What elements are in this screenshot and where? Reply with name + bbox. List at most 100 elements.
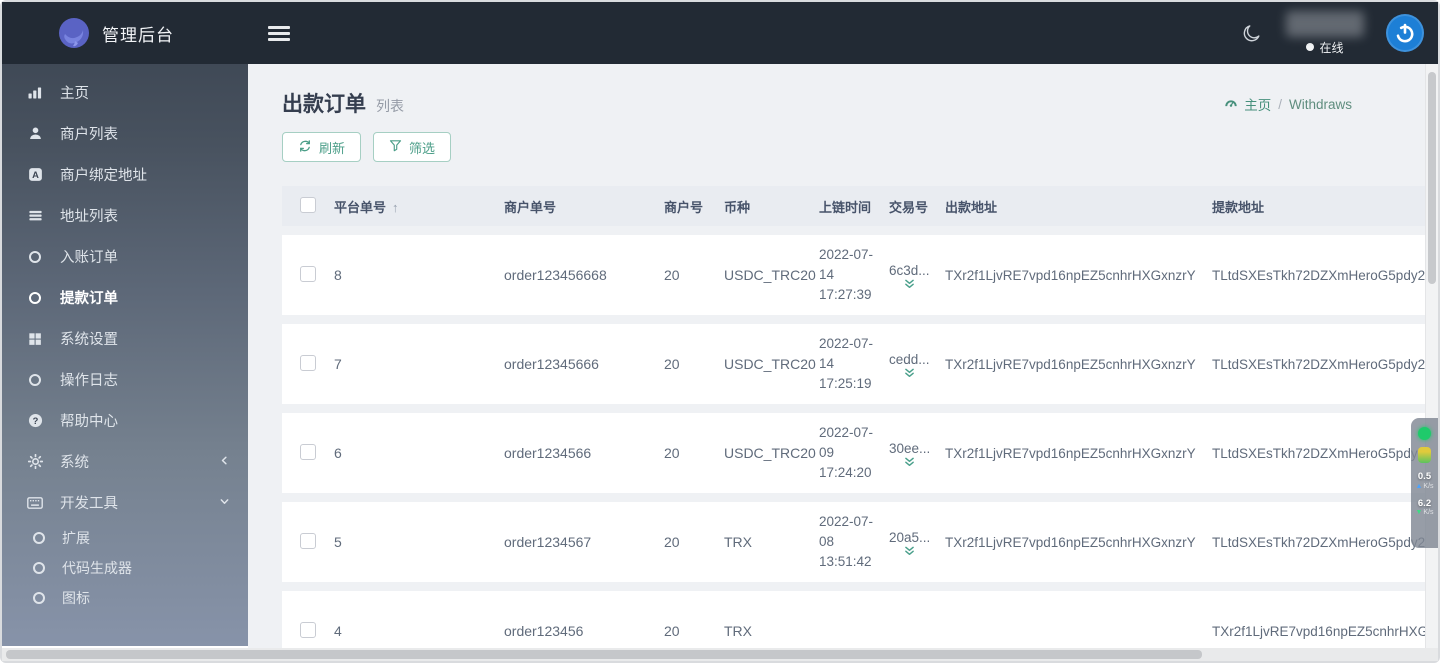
sidebar-item-address-list[interactable]: 地址列表: [2, 195, 248, 236]
header-platform-no[interactable]: 平台单号 ↑: [334, 186, 504, 226]
sidebar-item-label: 主页: [60, 86, 89, 102]
horizontal-scrollbar-thumb[interactable]: [6, 650, 1202, 659]
cell-payout-address: TXr2f1LjvRE7vpd16npEZ5cnhrHXGxnzrY: [945, 235, 1212, 315]
letter-a-badge-icon: A: [26, 167, 44, 183]
user-info[interactable]: 在线: [1286, 10, 1364, 56]
withdraw-orders-table: 平台单号 ↑ 商户单号 商户号 币种 上链时间 交易号 出款地址 提款地址 8 o…: [282, 177, 1438, 648]
row-checkbox[interactable]: [300, 265, 316, 282]
funnel-icon: [389, 139, 402, 155]
expand-double-chevron-icon[interactable]: [904, 279, 915, 289]
cell-chain-time: [819, 591, 889, 648]
cell-payout-address: [945, 591, 1212, 648]
brand-area[interactable]: 管理后台: [2, 2, 248, 64]
table-row: 8 order123456668 20 USDC_TRC20 2022-07-1…: [282, 235, 1438, 315]
select-all-checkbox[interactable]: [300, 196, 316, 213]
cell-withdraw-address: TLtdSXEsTkh72DZXmHeroG5pdy2H: [1212, 502, 1438, 582]
header-merchant-order-no: 商户单号: [504, 186, 664, 226]
cell-merchant-order: order1234567: [504, 502, 664, 582]
cell-platform-no: 5: [334, 502, 504, 582]
sidebar-item-operation-log[interactable]: 操作日志: [2, 359, 248, 400]
net-speed-widget[interactable]: 0.5 ▲ K/s 6.2 ▼ K/s: [1411, 418, 1438, 548]
circle-icon: [30, 590, 48, 606]
breadcrumb-home-link[interactable]: 主页: [1224, 94, 1271, 114]
refresh-button[interactable]: 刷新: [282, 132, 362, 162]
sidebar-item-label: 图标: [62, 590, 90, 606]
horizontal-scrollbar: [2, 648, 1438, 661]
breadcrumb-home-label: 主页: [1244, 98, 1272, 113]
svg-text:?: ?: [32, 416, 38, 426]
brand-logo-icon: [58, 17, 90, 49]
circle-icon: [26, 249, 44, 265]
filter-button-label: 筛选: [409, 140, 436, 156]
sort-asc-icon: ↑: [392, 199, 399, 215]
cell-merchant-order: order1234566: [504, 413, 664, 493]
table-row: 6 order1234566 20 USDC_TRC20 2022-07-09 …: [282, 413, 1438, 493]
cell-platform-no: 7: [334, 324, 504, 404]
sidebar-item-dev-tools[interactable]: 开发工具: [2, 482, 248, 523]
toolbar: 刷新 筛选: [248, 118, 1438, 162]
sidebar-item-label: 提款订单: [60, 291, 118, 307]
cell-merchant-id: 20: [664, 502, 724, 582]
list-icon: [26, 208, 44, 224]
cell-platform-no: 8: [334, 235, 504, 315]
expand-double-chevron-icon[interactable]: [904, 368, 915, 378]
cell-payout-address: TXr2f1LjvRE7vpd16npEZ5cnhrHXGxnzrY: [945, 324, 1212, 404]
cell-merchant-id: 20: [664, 591, 724, 648]
row-checkbox[interactable]: [300, 532, 316, 549]
sidebar-item-system-settings[interactable]: 系统设置: [2, 318, 248, 359]
cell-txn: cedd...: [889, 324, 945, 404]
user-icon: [26, 126, 44, 142]
row-checkbox[interactable]: [300, 443, 316, 460]
svg-text:A: A: [32, 170, 39, 180]
row-checkbox[interactable]: [300, 354, 316, 371]
cell-chain-time: 2022-07-14 17:25:19: [819, 324, 889, 404]
logout-power-button[interactable]: [1386, 14, 1424, 52]
sidebar-item-code-generator[interactable]: 代码生成器: [2, 553, 248, 583]
dark-mode-toggle-icon[interactable]: [1238, 20, 1264, 46]
cell-merchant-id: 20: [664, 413, 724, 493]
sidebar-item-label: 操作日志: [60, 373, 118, 389]
chevron-left-icon: [219, 454, 230, 470]
windows-icon: [26, 331, 44, 347]
sidebar-item-label: 代码生成器: [62, 560, 132, 576]
txn-hash-abbrev: 6c3d...: [889, 262, 930, 278]
sidebar-item-label: 商户绑定地址: [60, 168, 147, 184]
expand-double-chevron-icon[interactable]: [904, 457, 915, 467]
table-row: 7 order12345666 20 USDC_TRC20 2022-07-14…: [282, 324, 1438, 404]
cell-withdraw-address: TLtdSXEsTkh72DZXmHeroG5pdy2H: [1212, 324, 1438, 404]
circle-icon: [30, 560, 48, 576]
header-chain-time: 上链时间: [819, 186, 889, 226]
sidebar-item-home[interactable]: 主页: [2, 72, 248, 113]
filter-button[interactable]: 筛选: [373, 132, 452, 162]
sidebar-item-withdraw-orders[interactable]: 提款订单: [2, 277, 248, 318]
sidebar-item-merchant-list[interactable]: 商户列表: [2, 113, 248, 154]
row-checkbox[interactable]: [300, 621, 316, 638]
sidebar-item-label: 开发工具: [60, 496, 118, 512]
download-arrow-icon: ▼: [1415, 509, 1423, 516]
sidebar-item-label: 入账订单: [60, 250, 118, 266]
expand-double-chevron-icon[interactable]: [904, 546, 915, 556]
cell-merchant-order: order12345666: [504, 324, 664, 404]
header-merchant-no: 商户号: [664, 186, 724, 226]
vertical-scrollbar-thumb[interactable]: [1428, 72, 1436, 284]
sidebar-item-merchant-bind-address[interactable]: A 商户绑定地址: [2, 154, 248, 195]
sidebar-item-extensions[interactable]: 扩展: [2, 523, 248, 553]
cell-merchant-order: order123456: [504, 591, 664, 648]
table-header-row: 平台单号 ↑ 商户单号 商户号 币种 上链时间 交易号 出款地址 提款地址: [282, 186, 1438, 226]
breadcrumb-current: Withdraws: [1288, 96, 1352, 112]
online-status-label: 在线: [1319, 40, 1344, 55]
circle-icon: [26, 372, 44, 388]
username-redacted: [1286, 10, 1364, 37]
header-currency: 币种: [724, 186, 819, 226]
sidebar-item-deposit-orders[interactable]: 入账订单: [2, 236, 248, 277]
cell-withdraw-address: TLtdSXEsTkh72DZXmHeroG5pdy2H: [1212, 413, 1438, 493]
cell-chain-time: 2022-07-14 17:27:39: [819, 235, 889, 315]
sidebar-item-icons[interactable]: 图标: [2, 583, 248, 613]
question-circle-icon: ?: [26, 413, 44, 429]
sidebar-item-system[interactable]: 系统: [2, 441, 248, 482]
sidebar-toggle-button[interactable]: [268, 25, 290, 41]
cell-currency: TRX: [724, 502, 819, 582]
sidebar-item-help-center[interactable]: ? 帮助中心: [2, 400, 248, 441]
refresh-button-label: 刷新: [319, 140, 346, 156]
circle-icon: [26, 290, 44, 306]
